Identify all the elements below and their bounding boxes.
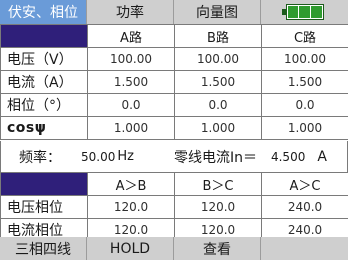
column-header-bc: B＞C <box>174 172 262 196</box>
tab-power[interactable]: 功率 <box>87 0 174 24</box>
tab-battery <box>261 0 348 24</box>
hold-button[interactable]: HOLD <box>87 237 174 260</box>
phase-b-value: 0.0 <box>174 93 262 117</box>
neutral-current-unit: A <box>317 148 327 165</box>
phase-table-corner <box>0 172 88 196</box>
voltage-a-value: 100.00 <box>87 47 175 71</box>
row-label-phase: 相位（°） <box>0 93 88 117</box>
phase-angle-table: A＞B B＞C A＞C 电压相位 120.0 120.0 240.0 电流相位 … <box>0 172 348 242</box>
tab-vector-diagram[interactable]: 向量图 <box>174 0 261 24</box>
current-b-value: 1.500 <box>174 70 262 94</box>
frequency-unit: Hz <box>117 149 134 164</box>
wiring-mode-button[interactable]: 三相四线 <box>0 237 87 260</box>
phase-header-row: A＞B B＞C A＞C <box>0 172 348 196</box>
power-factor-c-value: 1.000 <box>261 116 348 140</box>
voltage-b-value: 100.00 <box>174 47 262 71</box>
phase-c-value: 0.0 <box>261 93 348 117</box>
row-label-voltage-phase: 电压相位 <box>0 195 88 219</box>
row-label-power-factor: cosψ <box>0 116 88 140</box>
current-a-value: 1.500 <box>87 70 175 94</box>
column-header-ab: A＞B <box>87 172 175 196</box>
table-corner <box>0 24 88 48</box>
column-header-a: A路 <box>87 24 175 48</box>
voltage-phase-bc-value: 120.0 <box>174 195 262 219</box>
view-button[interactable]: 查看 <box>174 237 261 260</box>
voltage-phase-ac-value: 240.0 <box>261 195 348 219</box>
phase-a-value: 0.0 <box>87 93 175 117</box>
frequency-label: 频率： <box>19 149 61 166</box>
empty-button[interactable] <box>261 237 348 260</box>
tab-voltage-phase[interactable]: 伏安、相位 <box>0 0 87 24</box>
table-row-phase: 相位（°） 0.0 0.0 0.0 <box>0 93 348 117</box>
row-label-voltage: 电压（V） <box>0 47 88 71</box>
power-factor-a-value: 1.000 <box>87 116 175 140</box>
column-header-ac: A＞C <box>261 172 348 196</box>
table-row-current: 电流（A） 1.500 1.500 1.500 <box>0 70 348 94</box>
bottom-bar: 三相四线 HOLD 查看 <box>0 237 348 260</box>
column-header-b: B路 <box>174 24 262 48</box>
power-factor-b-value: 1.000 <box>174 116 262 140</box>
frequency-row: 频率： 50.00 Hz 零线电流In＝ 4.500 A <box>0 141 348 172</box>
battery-icon <box>281 4 324 20</box>
current-c-value: 1.500 <box>261 70 348 94</box>
measurement-header-row: A路 B路 C路 <box>0 24 348 48</box>
row-label-current: 电流（A） <box>0 70 88 94</box>
column-header-c: C路 <box>261 24 348 48</box>
table-row-voltage-phase: 电压相位 120.0 120.0 240.0 <box>0 195 348 219</box>
table-row-voltage: 电压（V） 100.00 100.00 100.00 <box>0 47 348 71</box>
voltage-c-value: 100.00 <box>261 47 348 71</box>
table-row-power-factor: cosψ 1.000 1.000 1.000 <box>0 116 348 140</box>
tab-bar: 伏安、相位 功率 向量图 <box>0 0 348 24</box>
measurement-table: A路 B路 C路 电压（V） 100.00 100.00 100.00 电流（A… <box>0 24 348 140</box>
neutral-current-value: 4.500 <box>270 149 306 164</box>
neutral-current-label: 零线电流In＝ <box>173 149 257 166</box>
frequency-value: 50.00 <box>81 149 116 164</box>
screen: 伏安、相位 功率 向量图 A路 B路 C路 电压（V） 100.00 100.0… <box>0 0 348 260</box>
voltage-phase-ab-value: 120.0 <box>87 195 175 219</box>
